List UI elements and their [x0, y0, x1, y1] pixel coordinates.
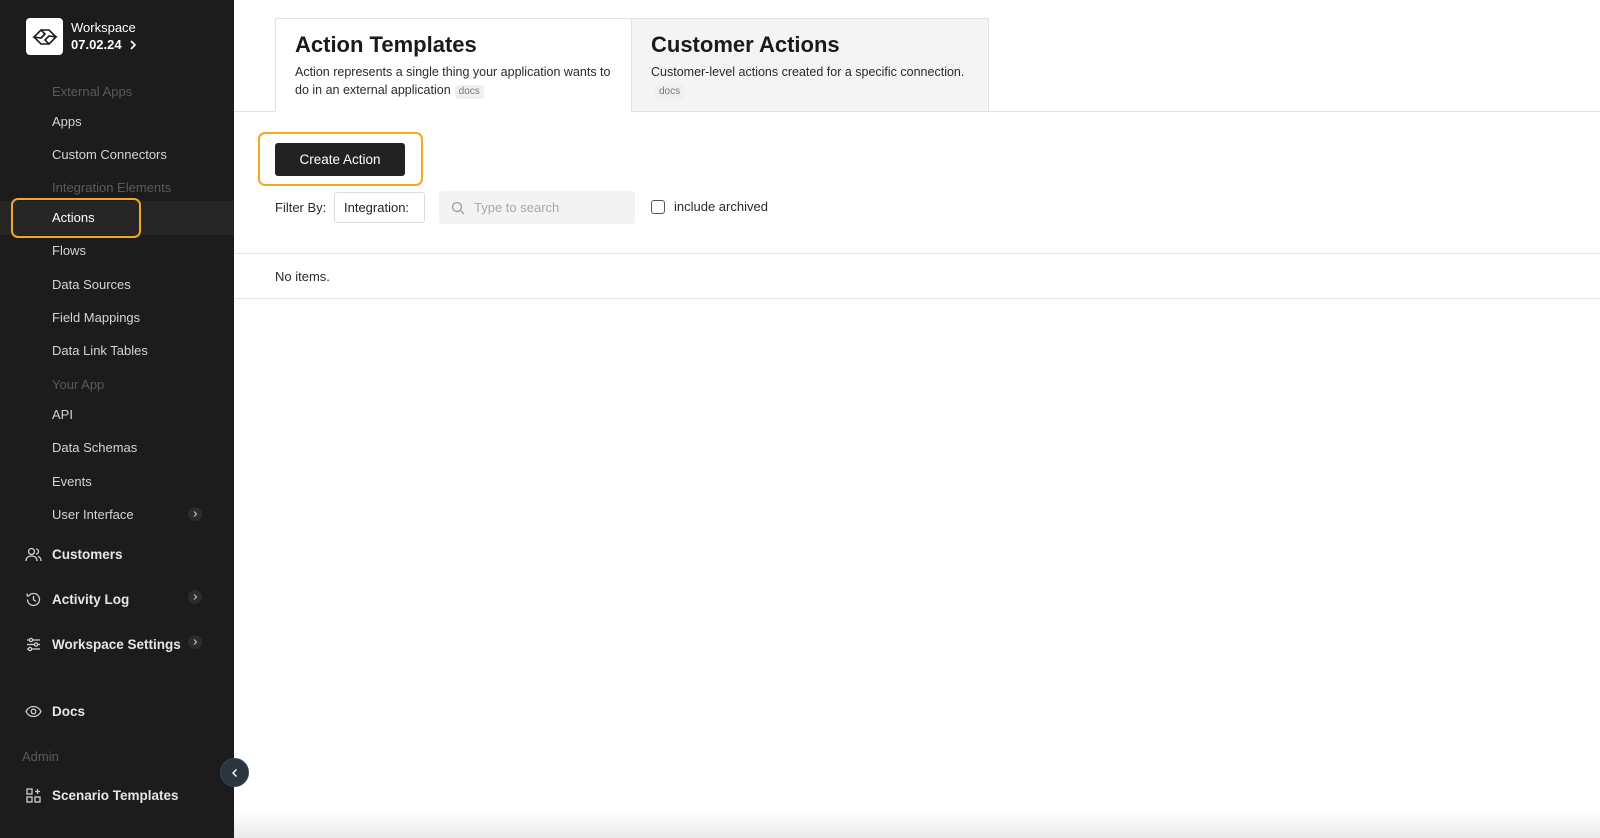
integration-filter-select[interactable]: Integration: [334, 192, 425, 223]
workspace-version: 07.02.24 [71, 36, 138, 54]
sidebar-item-data-link-tables[interactable]: Data Link Tables [52, 343, 148, 358]
search-input[interactable] [474, 200, 624, 215]
sidebar-item-flows[interactable]: Flows [52, 243, 86, 258]
actions-highlight-frame [11, 198, 141, 238]
workspace-switcher[interactable]: Workspace 07.02.24 [26, 18, 138, 55]
section-integration-elements: Integration Elements [52, 180, 172, 195]
search-icon [451, 201, 465, 214]
chevron-right-icon [130, 40, 136, 50]
tab-customer-actions[interactable]: Customer Actions Customer-level actions … [632, 18, 989, 112]
tab-action-templates[interactable]: Action Templates Action represents a sin… [275, 18, 632, 112]
activity-log-expand-icon[interactable] [188, 590, 202, 604]
sidebar: Workspace 07.02.24 External Apps Apps Cu… [0, 0, 234, 838]
include-archived-checkbox[interactable] [651, 199, 665, 214]
workspace-name: Workspace [71, 20, 136, 35]
sidebar-item-data-sources[interactable]: Data Sources [52, 277, 131, 292]
docs-link[interactable]: docs [655, 85, 685, 99]
sidebar-item-customers[interactable]: Customers [24, 545, 123, 563]
chevron-left-icon [231, 768, 237, 777]
filter-label: Filter By: [275, 200, 327, 215]
list-bottom-divider [234, 298, 1600, 299]
sidebar-item-field-mappings[interactable]: Field Mappings [52, 310, 140, 325]
tab-bar: Action Templates Action represents a sin… [275, 18, 989, 112]
include-archived-label: include archived [674, 199, 768, 214]
collapse-sidebar-button[interactable] [220, 758, 249, 787]
docs-link[interactable]: docs [454, 85, 484, 99]
grid-plus-icon [24, 786, 42, 804]
sidebar-item-scenario-templates[interactable]: Scenario Templates [24, 786, 179, 804]
sidebar-item-api[interactable]: API [52, 407, 73, 422]
sidebar-item-user-interface[interactable]: User Interface [52, 507, 134, 522]
include-archived-toggle[interactable]: include archived [651, 199, 768, 214]
sliders-icon [24, 635, 42, 653]
sidebar-item-events[interactable]: Events [52, 474, 92, 489]
sidebar-item-apps[interactable]: Apps [52, 114, 82, 129]
user-interface-expand-icon[interactable] [188, 507, 202, 521]
tab-description: Action represents a single thing your ap… [295, 65, 611, 97]
sidebar-item-data-schemas[interactable]: Data Schemas [52, 440, 137, 455]
bottom-scroll-shadow [234, 812, 1600, 838]
users-icon [24, 545, 42, 563]
sidebar-item-activity-log[interactable]: Activity Log [24, 590, 129, 608]
history-icon [24, 590, 42, 608]
empty-state-text: No items. [275, 269, 330, 284]
sidebar-item-docs[interactable]: Docs [24, 702, 85, 720]
sidebar-item-custom-connectors[interactable]: Custom Connectors [52, 147, 167, 162]
section-your-app: Your App [52, 377, 105, 392]
section-external-apps: External Apps [52, 84, 133, 99]
list-top-divider [234, 253, 1600, 254]
workspace-settings-expand-icon[interactable] [188, 635, 202, 649]
workspace-logo-icon [26, 18, 63, 55]
search-field[interactable] [439, 191, 635, 224]
create-action-button[interactable]: Create Action [275, 143, 405, 176]
eye-icon [24, 702, 42, 720]
sidebar-item-workspace-settings[interactable]: Workspace Settings [24, 635, 181, 653]
tab-description: Customer-level actions created for a spe… [651, 65, 965, 79]
section-admin: Admin [22, 749, 59, 764]
